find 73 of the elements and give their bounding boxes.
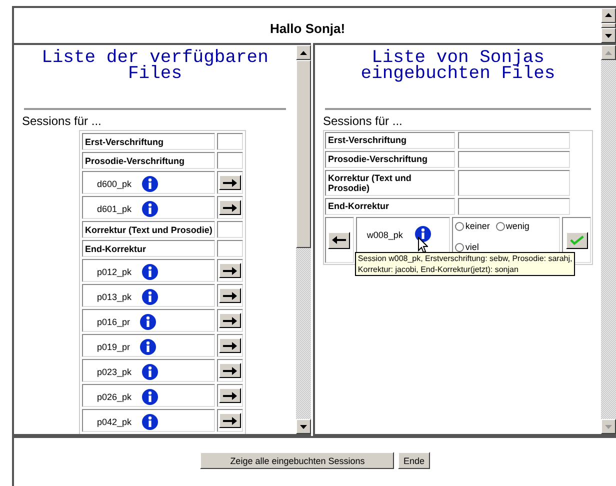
- scroll-down-icon[interactable]: [296, 419, 311, 434]
- empty-cell: [217, 133, 244, 150]
- book-button[interactable]: [219, 200, 242, 215]
- right-arrow-icon: [223, 316, 238, 324]
- category-cell: Korrektur (Text und Prosodie): [325, 170, 455, 196]
- action-button[interactable]: Zeige alle eingebuchten Sessions: [200, 452, 394, 469]
- info-icon[interactable]: [142, 414, 158, 430]
- greeting: Hallo Sonja!: [270, 21, 346, 36]
- pane-title: Liste der verfügbaren Files: [40, 50, 270, 82]
- return-button[interactable]: [328, 232, 350, 248]
- scroll-thumb[interactable]: [296, 60, 311, 248]
- info-icon[interactable]: [140, 339, 156, 355]
- empty-cell: [217, 152, 244, 169]
- scroll-down-icon[interactable]: [601, 28, 616, 43]
- session-name: d600_pk: [97, 179, 132, 189]
- scroll-up-icon[interactable]: [296, 45, 311, 60]
- right-arrow-icon: [223, 266, 238, 274]
- scrollbar[interactable]: [601, 8, 616, 43]
- empty-cell: [217, 240, 244, 257]
- book-button[interactable]: [219, 313, 242, 328]
- right-arrow-icon: [223, 292, 238, 300]
- info-icon[interactable]: [142, 176, 158, 192]
- radio-option[interactable]: wenig: [496, 219, 530, 233]
- tooltip: Session w008_pk, Erstverschriftung: sebw, Prosodie: sarahj, Korrektur: jacobi, End-Korrektur(jetzt): sonjan: [354, 252, 576, 276]
- info-icon[interactable]: [142, 264, 158, 280]
- info-icon[interactable]: [142, 389, 158, 405]
- scrollbar[interactable]: [296, 45, 311, 434]
- category-cell: Prosodie-Verschriftung: [325, 151, 455, 168]
- session-name: d601_pk: [97, 204, 132, 214]
- radio-option[interactable]: viel: [455, 240, 479, 254]
- book-button[interactable]: [219, 288, 242, 303]
- right-arrow-icon: [223, 416, 238, 424]
- confirm-button[interactable]: [566, 232, 588, 248]
- book-button[interactable]: [219, 388, 242, 403]
- info-icon[interactable]: [142, 289, 158, 305]
- book-button[interactable]: [219, 338, 242, 353]
- category-cell: End-Korrektur: [82, 240, 216, 257]
- session-name: p016_pr: [97, 317, 130, 327]
- book-button[interactable]: [219, 363, 242, 378]
- right-arrow-icon: [223, 204, 238, 212]
- sessions-label: Sessions für ...: [323, 114, 404, 128]
- scroll-up-icon[interactable]: [601, 8, 616, 23]
- empty-cell: [217, 221, 244, 238]
- session-name: p042_pk: [97, 417, 132, 427]
- right-arrow-icon: [223, 392, 238, 400]
- action-button[interactable]: Ende: [398, 452, 430, 469]
- session-name: p012_pk: [97, 267, 132, 277]
- book-button[interactable]: [219, 263, 242, 278]
- book-button[interactable]: [219, 413, 242, 428]
- session-name: p026_pk: [97, 392, 132, 402]
- right-arrow-icon: [223, 342, 238, 350]
- sessions-label: Sessions für ...: [22, 114, 102, 128]
- right-arrow-icon: [223, 178, 238, 186]
- category-cell: Prosodie-Verschriftung: [82, 152, 216, 169]
- session-name: p013_pk: [97, 292, 132, 302]
- left-arrow-icon: [332, 236, 346, 244]
- category-cell: End-Korrektur: [325, 198, 455, 215]
- info-icon[interactable]: [140, 314, 156, 330]
- info-icon[interactable]: [142, 201, 158, 217]
- category-cell: Korrektur (Text und Prosodie): [82, 221, 216, 238]
- right-arrow-icon: [223, 366, 238, 374]
- book-button[interactable]: [219, 175, 242, 190]
- category-cell: Erst-Verschriftung: [82, 133, 216, 150]
- radio-option[interactable]: keiner: [455, 219, 490, 233]
- session-name: w008_pk: [366, 230, 403, 240]
- pane-title: Liste von Sonjas eingebuchten Files: [360, 50, 556, 82]
- session-name: p023_pk: [97, 367, 132, 377]
- info-icon[interactable]: [142, 364, 158, 380]
- session-name: p019_pr: [97, 342, 130, 352]
- info-icon[interactable]: [414, 226, 431, 242]
- pointer-icon: [418, 237, 428, 253]
- category-cell: Erst-Verschriftung: [325, 132, 455, 149]
- checkmark-icon: [570, 235, 584, 245]
